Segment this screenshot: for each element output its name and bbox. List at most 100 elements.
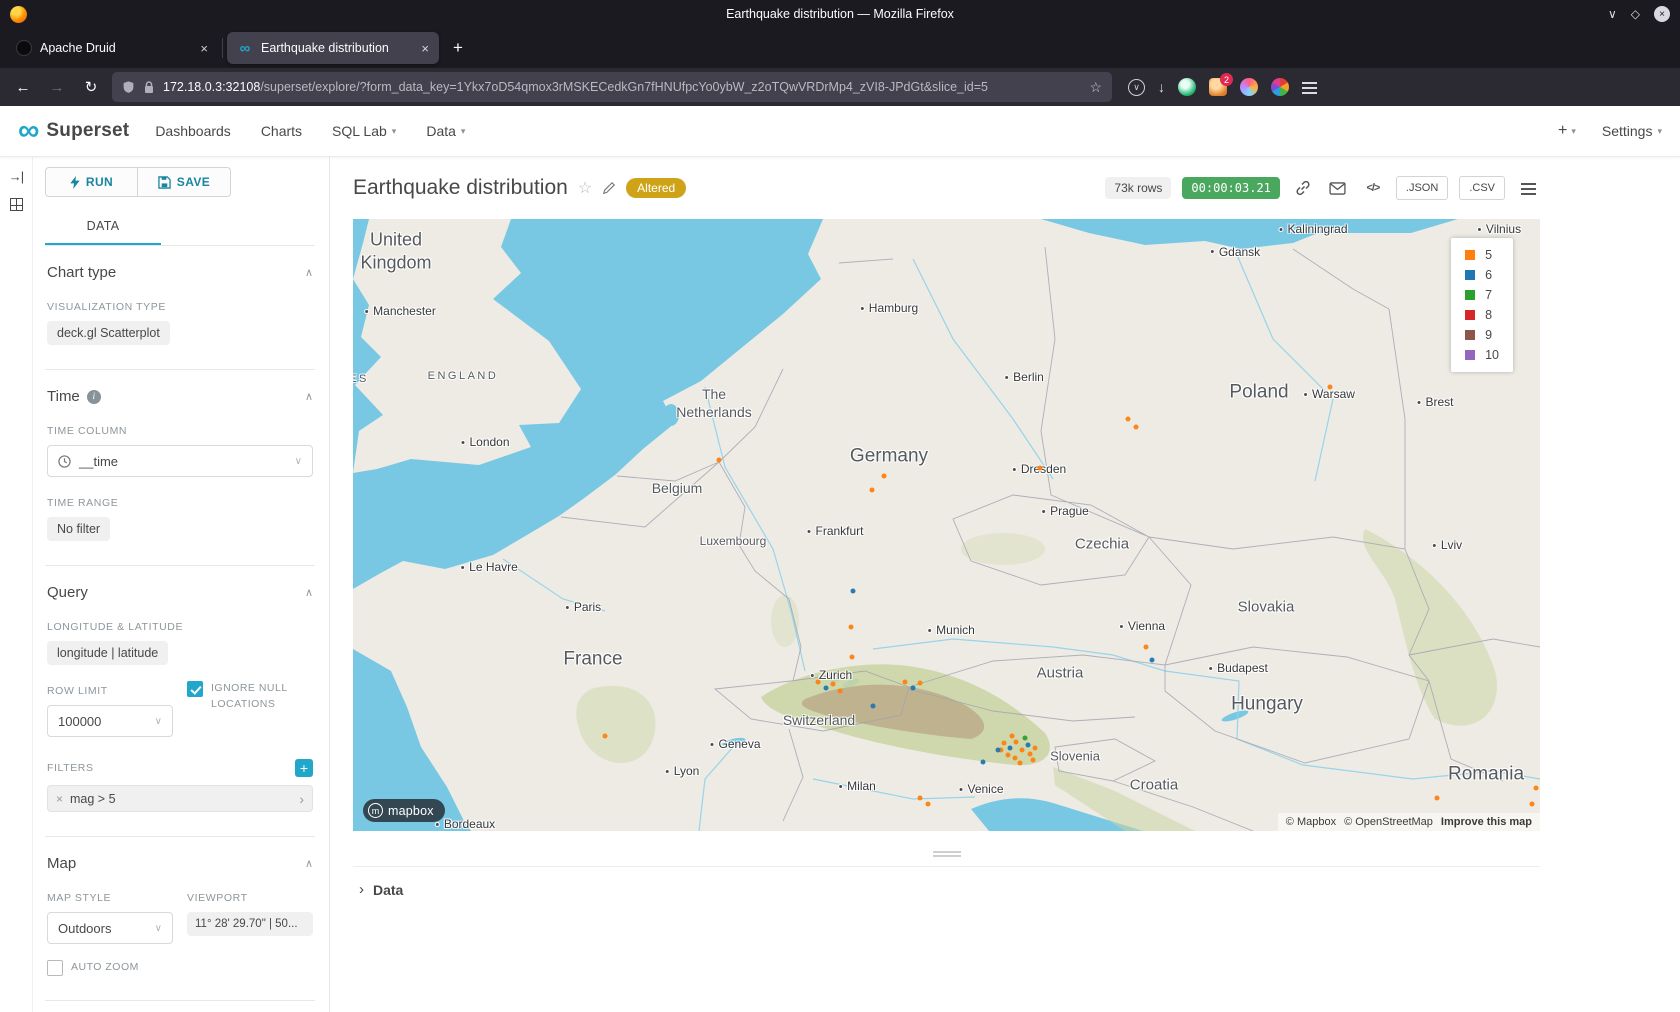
url-path: /superset/explore/?form_data_key=1Ykx7oD…	[260, 80, 988, 94]
dataset-grid-icon[interactable]	[10, 198, 23, 211]
mapbox-logo-text: mapbox	[388, 804, 434, 818]
section-header[interactable]: Map ∧	[47, 855, 313, 872]
country-label: Slovakia	[1238, 597, 1295, 617]
share-link-icon[interactable]	[1291, 176, 1315, 200]
email-icon[interactable]	[1326, 176, 1350, 200]
section-header[interactable]: Timei ∧	[47, 388, 313, 405]
data-section-toggle[interactable]: › Data	[353, 866, 1540, 912]
back-button[interactable]: ←	[10, 79, 36, 96]
pocket-icon[interactable]: ∨	[1128, 79, 1145, 96]
map-style-label: MAP STYLE	[47, 892, 173, 904]
time-range-chip[interactable]: No filter	[47, 517, 110, 541]
time-column-select[interactable]: __time ∨	[47, 445, 313, 477]
chevron-up-icon[interactable]: ∧	[305, 857, 313, 870]
resize-handle[interactable]	[933, 851, 961, 858]
chevron-up-icon[interactable]: ∧	[305, 586, 313, 599]
menu-hamburger-icon[interactable]	[1302, 82, 1317, 93]
save-button[interactable]: SAVE	[138, 167, 231, 197]
url-bar[interactable]: 172.18.0.3:32108/superset/explore/?form_…	[112, 72, 1112, 102]
filter-expression: mag > 5	[70, 792, 116, 806]
new-tab-button[interactable]: +	[443, 38, 473, 58]
run-button[interactable]: RUN	[45, 167, 138, 197]
section-header[interactable]: Chart type ∧	[47, 264, 313, 281]
attribution-improve-link[interactable]: Improve this map	[1441, 816, 1532, 828]
earthquake-point	[870, 487, 875, 492]
nav-charts[interactable]: Charts	[261, 123, 302, 139]
legend-item: 8	[1465, 308, 1499, 322]
bookmark-star-icon[interactable]: ☆	[1089, 79, 1102, 96]
panel-tabs: DATA	[45, 207, 315, 246]
window-close-button[interactable]: ×	[1654, 6, 1670, 22]
earthquake-point	[1038, 466, 1043, 471]
extension-icon[interactable]: 2	[1209, 78, 1227, 96]
country-label: Austria	[1037, 663, 1084, 683]
country-label: France	[563, 648, 622, 673]
favorite-star-icon[interactable]: ☆	[578, 178, 592, 198]
chevron-up-icon[interactable]: ∧	[305, 266, 313, 279]
country-label: United Kingdom	[360, 229, 431, 276]
brand-name: Superset	[46, 120, 129, 142]
superset-navbar: ∞ Superset Dashboards Charts SQL Lab▾ Da…	[0, 106, 1680, 157]
superset-brand[interactable]: ∞ Superset	[18, 116, 129, 146]
profile-avatar-icon[interactable]	[1240, 78, 1258, 96]
tab-close-icon[interactable]: ×	[421, 41, 429, 56]
export-json-button[interactable]: .JSON	[1396, 176, 1448, 200]
tab-earthquake-distribution[interactable]: ∞ Earthquake distribution ×	[227, 32, 439, 64]
remove-filter-icon[interactable]: ×	[56, 792, 63, 806]
legend-item: 6	[1465, 268, 1499, 282]
attribution-mapbox-link[interactable]: © Mapbox	[1286, 816, 1336, 828]
country-label: Switzerland	[783, 711, 855, 729]
map-canvas[interactable]: United KingdomENGLANDESThe NetherlandsBe…	[353, 219, 1540, 831]
add-filter-button[interactable]: +	[295, 759, 313, 777]
chart-menu-icon[interactable]	[1516, 176, 1540, 200]
window-maximize-button[interactable]: ◇	[1631, 8, 1640, 20]
extension-icon[interactable]	[1178, 78, 1196, 96]
export-csv-button[interactable]: .CSV	[1459, 176, 1505, 200]
expand-panel-icon[interactable]: →|	[9, 169, 23, 184]
nav-link-label: SQL Lab	[332, 123, 387, 139]
nav-link-label: Charts	[261, 123, 302, 139]
tab-data[interactable]: DATA	[45, 207, 161, 245]
window-shade-button[interactable]: ∨	[1608, 8, 1617, 20]
row-limit-select[interactable]: 100000 ∨	[47, 705, 173, 737]
forward-button[interactable]: →	[44, 79, 70, 96]
legend-swatch-icon	[1465, 250, 1475, 260]
auto-zoom-label: AUTO ZOOM	[71, 960, 139, 976]
section-point-size: Point Size ∨	[45, 1000, 315, 1012]
mapbox-logo[interactable]: m mapbox	[363, 799, 445, 822]
extension-icon[interactable]	[1271, 78, 1289, 96]
legend-swatch-icon	[1465, 330, 1475, 340]
lonlat-chip[interactable]: longitude | latitude	[47, 641, 168, 665]
viewport-value[interactable]: 11° 28' 29.70" | 50...	[187, 912, 313, 936]
auto-zoom-checkbox[interactable]	[47, 960, 63, 976]
nav-dashboards[interactable]: Dashboards	[155, 123, 231, 139]
nav-sql-lab[interactable]: SQL Lab▾	[332, 123, 396, 139]
legend-value: 7	[1485, 288, 1492, 302]
tracking-protection-shield-icon[interactable]	[122, 80, 135, 94]
padlock-icon[interactable]	[143, 80, 155, 94]
earthquake-point	[926, 802, 931, 807]
reload-button[interactable]: ↻	[78, 78, 104, 96]
legend-value: 8	[1485, 308, 1492, 322]
map-style-select[interactable]: Outdoors ∨	[47, 912, 173, 944]
downloads-icon[interactable]: ↓	[1158, 79, 1165, 95]
filter-chip[interactable]: × mag > 5 ›	[47, 785, 313, 812]
edit-pencil-icon[interactable]	[602, 181, 616, 195]
clock-icon	[58, 455, 71, 468]
chevron-up-icon[interactable]: ∧	[305, 390, 313, 403]
section-header[interactable]: Query ∧	[47, 584, 313, 601]
city-label: Prague	[1041, 504, 1089, 518]
earthquake-point	[996, 748, 1001, 753]
nav-data[interactable]: Data▾	[426, 123, 465, 139]
row-count-badge: 73k rows	[1105, 177, 1171, 199]
ignore-null-checkbox[interactable]	[187, 681, 203, 697]
tab-close-icon[interactable]: ×	[200, 41, 208, 56]
tab-apache-druid[interactable]: Apache Druid ×	[6, 32, 218, 64]
url-text[interactable]: 172.18.0.3:32108/superset/explore/?form_…	[163, 80, 1081, 94]
new-item-button[interactable]: +▾	[1558, 122, 1576, 140]
viz-type-chip[interactable]: deck.gl Scatterplot	[47, 321, 170, 345]
embed-code-icon[interactable]: </>	[1361, 176, 1385, 200]
viewport-label: VIEWPORT	[187, 892, 313, 904]
settings-menu[interactable]: Settings▾	[1602, 123, 1662, 139]
attribution-osm-link[interactable]: © OpenStreetMap	[1344, 816, 1433, 828]
